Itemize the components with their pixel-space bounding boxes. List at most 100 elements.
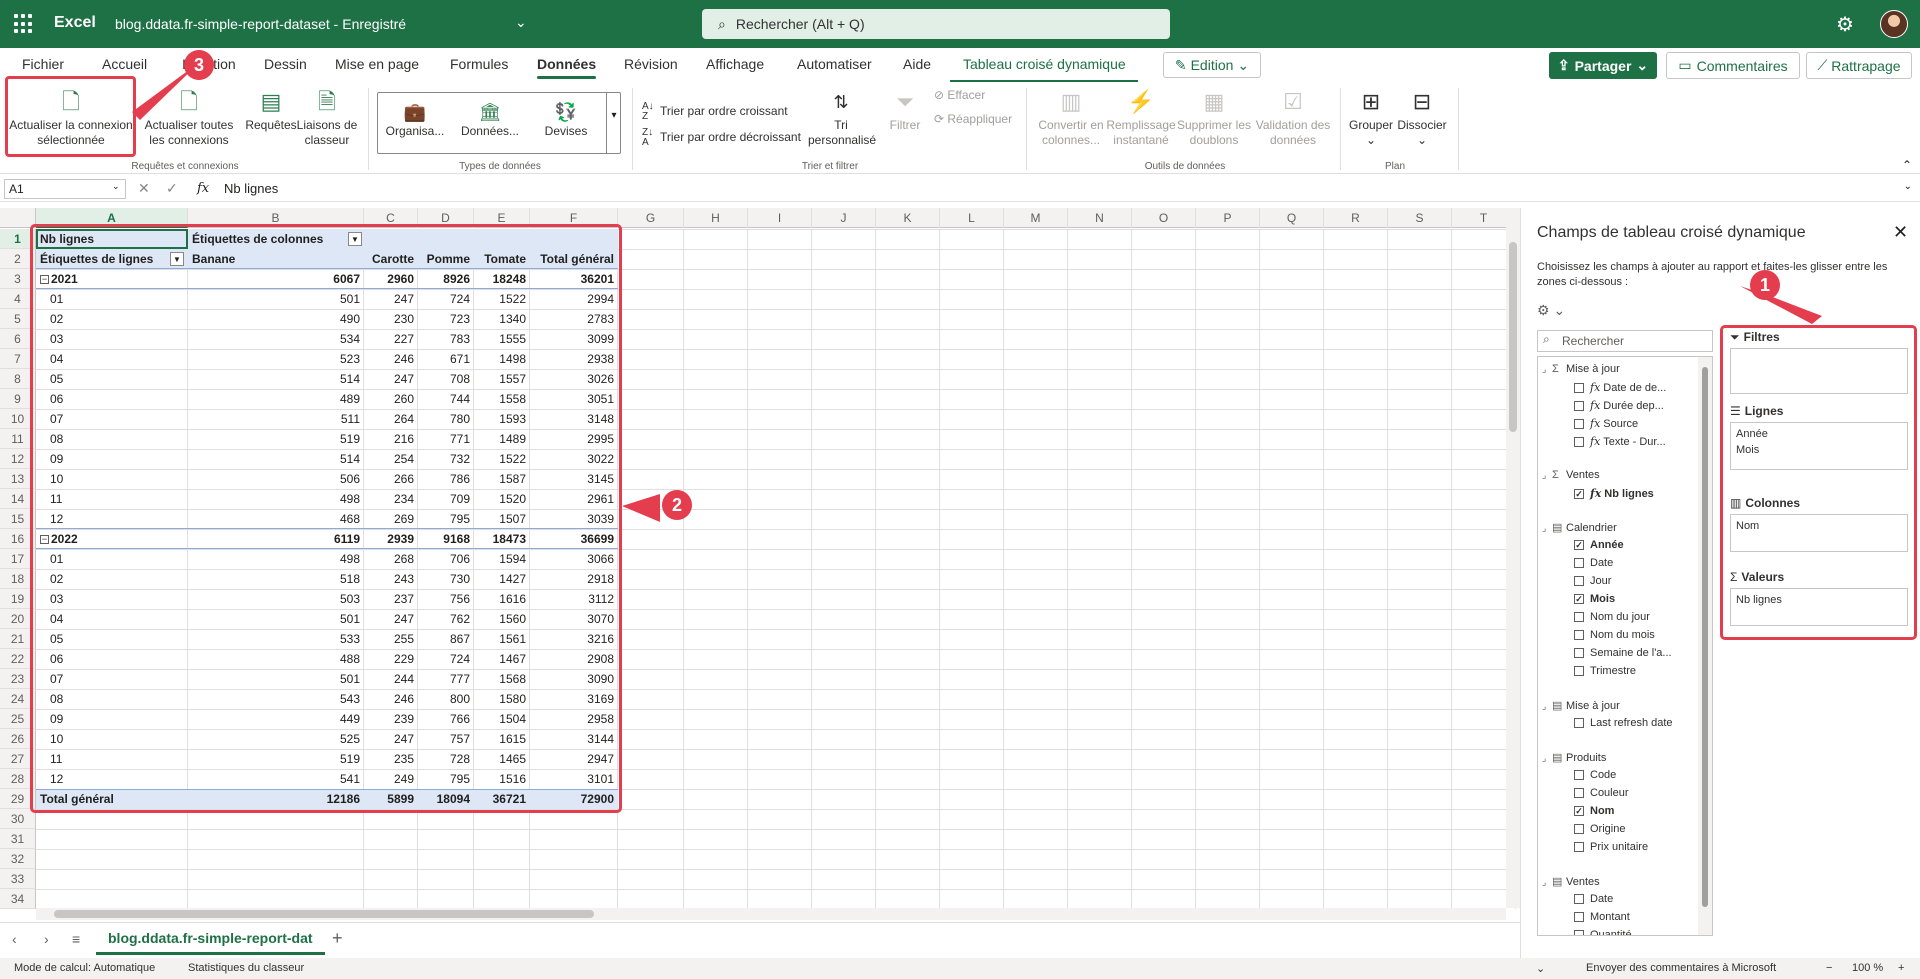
pivot-value[interactable]: 541 [188,769,364,789]
pivot-value[interactable]: 1555 [474,329,530,349]
tab-mise-en-page[interactable]: Mise en page [335,56,419,72]
pivot-value[interactable]: 756 [418,589,474,609]
pivot-value[interactable]: 3022 [530,449,618,469]
refresh-all-connections-button[interactable]: 🗋 Actualiser toutes les connexions [136,88,242,148]
row-header[interactable]: 8 [0,369,36,389]
checkbox[interactable] [1574,630,1584,641]
checkbox[interactable] [1574,930,1584,935]
pivot-year-value[interactable]: 6119 [188,529,364,549]
sort-descending-button[interactable]: Z↓ A Trier par ordre décroissant [642,128,801,148]
select-all-corner[interactable] [0,208,36,228]
checkbox[interactable] [1574,437,1584,448]
app-launcher-icon[interactable] [14,14,34,34]
pivot-value[interactable]: 867 [418,629,474,649]
row-header[interactable]: 12 [0,449,36,469]
tab-affichage[interactable]: Affichage [706,56,764,72]
row-header[interactable]: 13 [0,469,36,489]
checkbox[interactable] [1574,666,1584,677]
pivot-value[interactable]: 264 [364,409,418,429]
pivot-value[interactable]: 498 [188,549,364,569]
row-header[interactable]: 22 [0,649,36,669]
pivot-value[interactable]: 706 [418,549,474,569]
document-title[interactable]: blog.ddata.fr-simple-report-dataset - En… [115,16,406,32]
collapse-icon[interactable]: ⌟ [1542,877,1552,888]
tab-aide[interactable]: Aide [903,56,931,72]
field-item[interactable]: Origine [1574,823,1625,835]
pivot-value[interactable]: 235 [364,749,418,769]
pivot-value[interactable]: 3066 [530,549,618,569]
pivot-value[interactable]: 671 [418,349,474,369]
row-header[interactable]: 18 [0,569,36,589]
checkbox[interactable] [1574,912,1584,923]
filter-dropdown-icon[interactable]: ▼ [170,252,184,266]
pivot-value[interactable]: 449 [188,709,364,729]
row-header[interactable]: 6 [0,329,36,349]
pivot-year-value[interactable]: 2939 [364,529,418,549]
pivot-value[interactable]: 506 [188,469,364,489]
pivot-value[interactable]: 744 [418,389,474,409]
pivot-value[interactable]: 1580 [474,689,530,709]
pivot-value[interactable]: 800 [418,689,474,709]
name-box[interactable]: A1 [4,179,126,199]
pivot-column-labels[interactable]: Étiquettes de colonnes [188,229,364,249]
filters-zone[interactable] [1730,348,1908,394]
pivot-year-value[interactable]: 6067 [188,269,364,289]
cancel-icon[interactable]: ✕ [138,180,150,197]
avatar[interactable] [1880,10,1908,38]
checkbox[interactable] [1574,770,1584,781]
pivot-value[interactable]: 501 [188,669,364,689]
pivot-month-label[interactable]: 06 [36,389,188,409]
pivot-month-label[interactable]: 12 [36,769,188,789]
pivot-value[interactable]: 1504 [474,709,530,729]
pivot-value[interactable]: 2947 [530,749,618,769]
chevron-left-icon[interactable]: ‹ [12,931,17,947]
checkbox[interactable] [1574,383,1584,394]
pivot-value[interactable]: 514 [188,369,364,389]
calc-mode[interactable]: Mode de calcul: Automatique [14,962,155,974]
pivot-value[interactable]: 795 [418,509,474,529]
pivot-value[interactable]: 237 [364,589,418,609]
column-header[interactable]: Q [1260,208,1324,228]
checkbox[interactable]: ✓ [1574,594,1584,605]
workbook-stats[interactable]: Statistiques du classeur [188,962,304,974]
formula-input[interactable]: Nb lignes [224,181,278,196]
field-item[interactable]: Date [1574,557,1613,569]
pivot-value[interactable]: 2994 [530,289,618,309]
pivot-value[interactable]: 3090 [530,669,618,689]
pivot-value[interactable]: 533 [188,629,364,649]
pivot-value[interactable]: 239 [364,709,418,729]
data-validation-button[interactable]: ☑ Validation des données [1252,88,1334,148]
pivot-grand-total-value[interactable]: 5899 [364,789,418,809]
comments-button[interactable]: ▭ Commentaires [1666,52,1800,79]
pivot-year-value[interactable]: 9168 [418,529,474,549]
zoom-out-icon[interactable]: − [1826,962,1832,974]
pivot-value[interactable]: 501 [188,609,364,629]
column-header[interactable]: S [1388,208,1452,228]
pivot-value[interactable]: 514 [188,449,364,469]
column-header[interactable]: R [1324,208,1388,228]
ungroup-button[interactable]: ⊟ Dissocier ⌄ [1396,88,1448,148]
pivot-value[interactable]: 709 [418,489,474,509]
pivot-value[interactable]: 730 [418,569,474,589]
pivot-value[interactable]: 498 [188,489,364,509]
catch-up-button[interactable]: ⟋ Rattrapage [1806,52,1912,79]
gallery-more-icon[interactable]: ▾ [606,92,621,154]
pivot-value[interactable]: 234 [364,489,418,509]
pivot-value[interactable]: 260 [364,389,418,409]
pivot-value[interactable]: 1568 [474,669,530,689]
field-search-input[interactable]: Rechercher [1537,330,1713,352]
pivot-month-label[interactable]: 08 [36,429,188,449]
reapply-filter-button[interactable]: ⟳ Réappliquer [934,112,1012,126]
pivot-value[interactable]: 230 [364,309,418,329]
field-item[interactable]: Nom du jour [1574,611,1650,623]
column-header[interactable]: C [364,208,418,228]
chevron-up-icon[interactable]: ⌃ [1902,158,1912,172]
custom-sort-button[interactable]: ⇅ Tri personnalisé [808,88,876,148]
pivot-month-label[interactable]: 11 [36,489,188,509]
pivot-value[interactable]: 2783 [530,309,618,329]
pivot-month-label[interactable]: 03 [36,329,188,349]
pivot-value[interactable]: 2938 [530,349,618,369]
gear-icon[interactable]: ⚙ ⌄ [1537,302,1565,319]
pivot-value[interactable]: 1467 [474,649,530,669]
pivot-value[interactable]: 2918 [530,569,618,589]
